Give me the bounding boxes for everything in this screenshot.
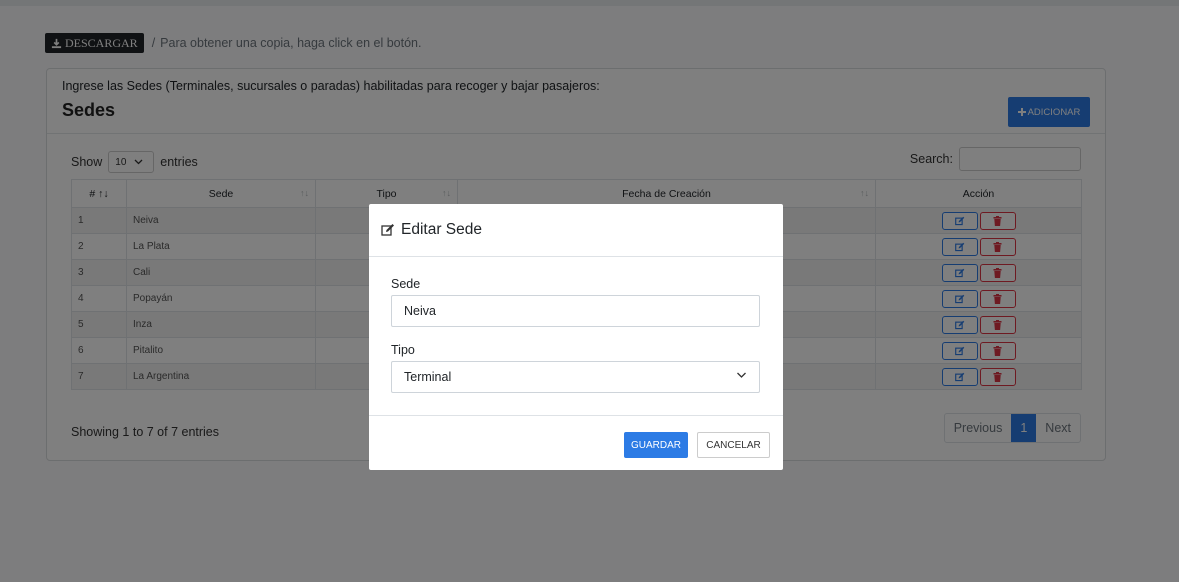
edit-icon	[381, 224, 394, 236]
modal-footer: GUARDAR CANCELAR	[369, 415, 783, 470]
sede-field-label: Sede	[391, 277, 421, 291]
modal-header: Editar Sede	[369, 204, 783, 257]
save-button[interactable]: GUARDAR	[624, 432, 688, 458]
edit-sede-modal: Editar Sede Sede Neiva Tipo Terminal GUA…	[369, 204, 783, 470]
sede-input[interactable]: Neiva	[391, 295, 760, 327]
modal-title: Editar Sede	[401, 221, 482, 238]
chevron-down-icon	[737, 372, 746, 378]
tipo-field-label: Tipo	[391, 343, 415, 357]
tipo-select[interactable]: Terminal	[391, 361, 760, 393]
cancel-button[interactable]: CANCELAR	[697, 432, 770, 458]
